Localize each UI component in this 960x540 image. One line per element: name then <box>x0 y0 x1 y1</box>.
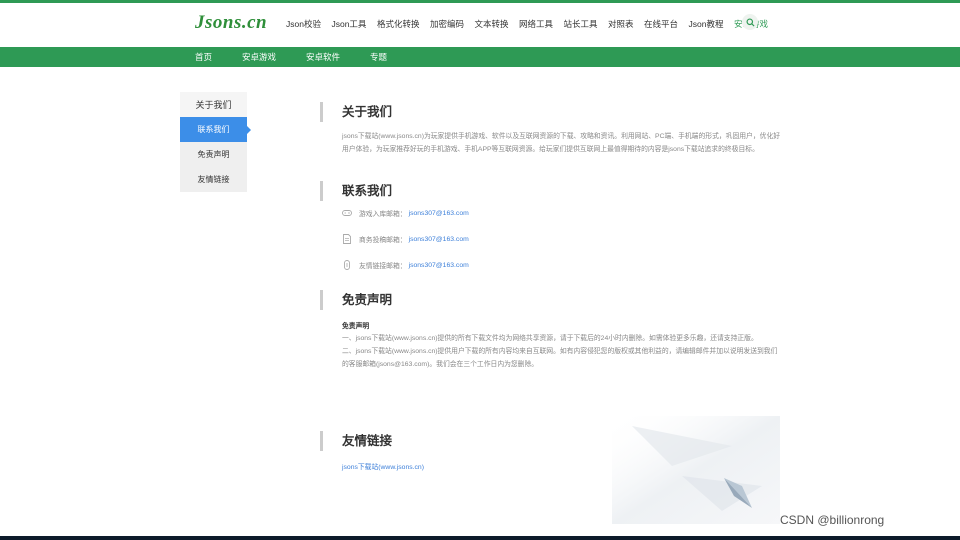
gamepad-icon <box>342 208 352 218</box>
secondary-nav-bar: 首页 安卓游戏 安卓软件 专题 <box>0 47 960 67</box>
contact-label: 游戏入库邮箱： <box>359 211 407 218</box>
contact-email-link[interactable]: jsons307@163.com <box>409 262 469 269</box>
links-title: 友情链接 <box>320 431 780 451</box>
contact-section: 联系我们 游戏入库邮箱： jsons307@163.com 商务投稿邮箱： js… <box>320 181 780 271</box>
friend-link[interactable]: jsons下载站(www.jsons.cn) <box>342 461 424 471</box>
secondary-navigation: 首页 安卓游戏 安卓软件 专题 <box>195 47 417 67</box>
disclaimer-heading: 免责声明 <box>342 323 370 330</box>
contact-email-link[interactable]: jsons307@163.com <box>409 210 469 217</box>
bottom-border <box>0 536 960 540</box>
search-icon <box>745 17 755 27</box>
contact-row: 商务投稿邮箱： jsons307@163.com <box>342 233 780 245</box>
sidebar-item-about[interactable]: 关于我们 <box>180 92 247 117</box>
about-title: 关于我们 <box>320 102 780 122</box>
sidebar-item-contact[interactable]: 联系我们 <box>180 117 251 142</box>
document-icon <box>342 234 352 244</box>
disclaimer-paragraph: 二、jsons下载站(www.jsons.cn)提供用户下载的所有内容均来自互联… <box>342 348 778 368</box>
topnav-item-text-convert[interactable]: 文本转换 <box>474 18 508 30</box>
topnav-item-json-tutorial[interactable]: Json教程 <box>689 18 724 30</box>
topnav-item-json-tools[interactable]: Json工具 <box>331 18 366 30</box>
topnav-item-online-platform[interactable]: 在线平台 <box>644 18 678 30</box>
contact-row: 游戏入库邮箱： jsons307@163.com <box>342 207 780 219</box>
links-section: 友情链接 jsons下载站(www.jsons.cn) <box>320 431 780 474</box>
about-section: 关于我们 jsons下载站(www.jsons.cn)为玩家提供手机游戏、软件以… <box>320 102 780 156</box>
sidebar-menu: 关于我们 联系我们 免责声明 友情链接 <box>180 92 251 192</box>
topnav-item-reference-tables[interactable]: 对照表 <box>608 18 634 30</box>
site-header: Jsons.cn Json校验 Json工具 格式化转换 加密编码 文本转换 网… <box>0 3 960 47</box>
sidebar-item-disclaimer[interactable]: 免责声明 <box>180 142 247 167</box>
disclaimer-title: 免责声明 <box>320 290 780 310</box>
disclaimer-section: 免责声明 免责声明 一、jsons下载站(www.jsons.cn)提供的所有下… <box>320 290 780 371</box>
about-text: jsons下载站(www.jsons.cn)为玩家提供手机游戏、软件以及互联网资… <box>342 133 781 153</box>
link-icon <box>342 260 352 270</box>
search-button[interactable] <box>742 14 758 30</box>
subnav-item-home[interactable]: 首页 <box>195 51 212 63</box>
topnav-item-webmaster-tools[interactable]: 站长工具 <box>564 18 598 30</box>
subnav-item-topics[interactable]: 专题 <box>370 51 387 63</box>
topnav-item-encrypt-encode[interactable]: 加密编码 <box>430 18 464 30</box>
subnav-item-android-software[interactable]: 安卓软件 <box>306 51 340 63</box>
disclaimer-paragraph: 一、jsons下载站(www.jsons.cn)提供的所有下载文件均为网络共享资… <box>342 335 758 342</box>
contact-title: 联系我们 <box>320 181 780 201</box>
csdn-watermark: CSDN @billionrong <box>780 513 885 527</box>
topnav-item-json-validate[interactable]: Json校验 <box>286 18 321 30</box>
contact-email-link[interactable]: jsons307@163.com <box>409 236 469 243</box>
sidebar-item-links[interactable]: 友情链接 <box>180 167 247 192</box>
top-navigation: Json校验 Json工具 格式化转换 加密编码 文本转换 网络工具 站长工具 … <box>286 18 779 30</box>
topnav-item-network-tools[interactable]: 网络工具 <box>519 18 553 30</box>
contact-label: 友情链接邮箱： <box>359 263 407 270</box>
contact-label: 商务投稿邮箱： <box>359 237 407 244</box>
contact-row: 友情链接邮箱： jsons307@163.com <box>342 259 780 271</box>
topnav-item-format-convert[interactable]: 格式化转换 <box>377 18 420 30</box>
site-logo[interactable]: Jsons.cn <box>195 12 267 34</box>
subnav-item-android-games[interactable]: 安卓游戏 <box>242 51 276 63</box>
